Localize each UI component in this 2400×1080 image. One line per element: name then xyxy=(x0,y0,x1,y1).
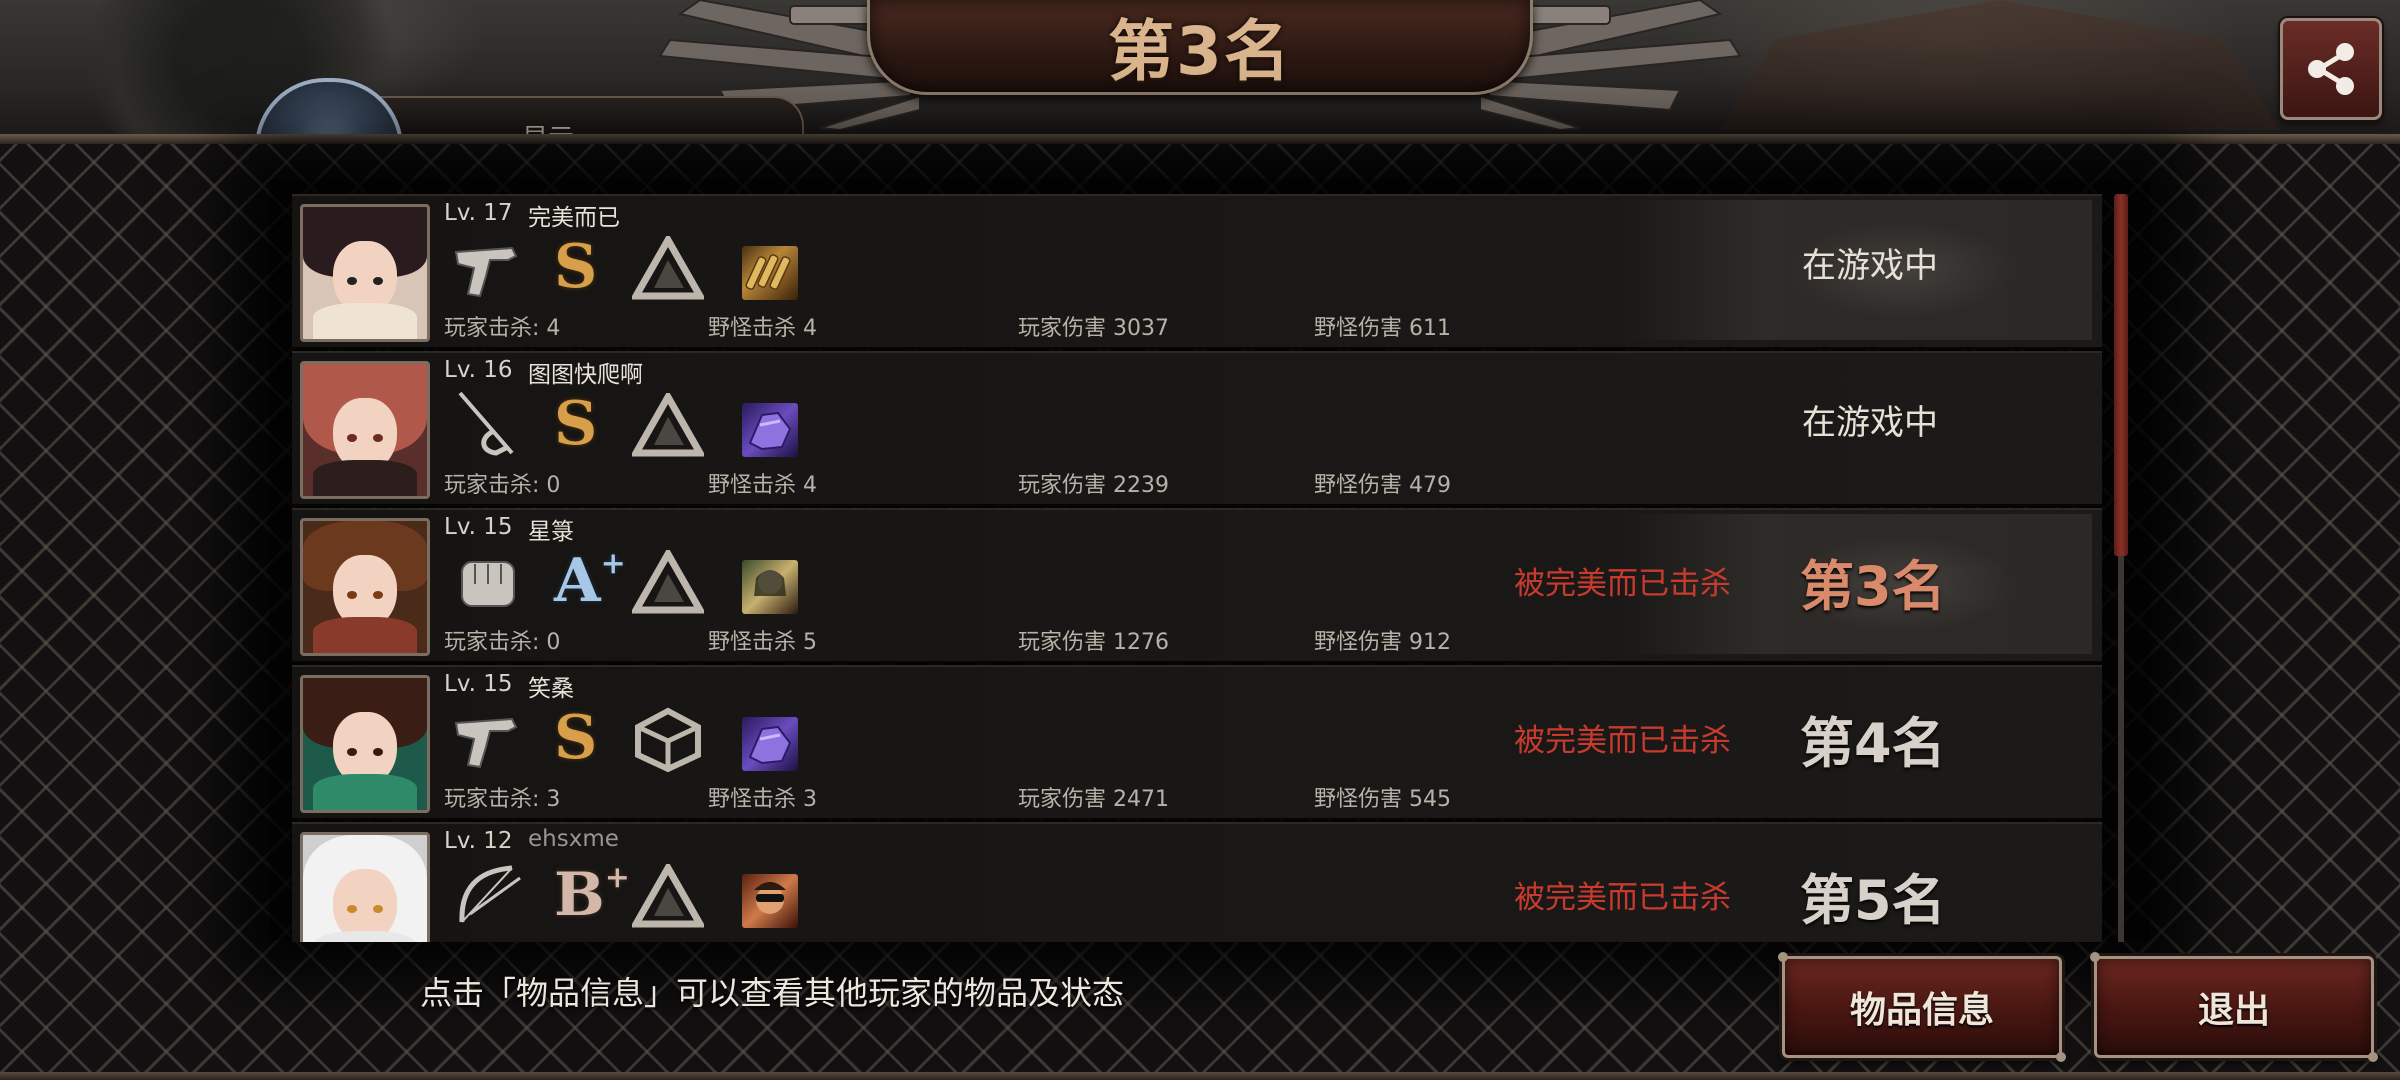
rank-grade: S xyxy=(554,703,598,773)
monster-damage: 野怪伤害 611 xyxy=(1314,316,1451,341)
player-kills: 玩家击杀: 0 xyxy=(444,630,561,655)
player-damage: 玩家伤害 3037 xyxy=(1018,316,1169,341)
player-kills: 玩家击杀: 0 xyxy=(444,473,561,498)
fist-icon xyxy=(461,561,515,607)
monster-damage: 野怪伤害 912 xyxy=(1314,630,1451,655)
rank-grade: A+ xyxy=(554,546,626,616)
player-avatar[interactable] xyxy=(300,518,430,656)
player-name: 完美而已 xyxy=(528,205,620,231)
player-status: 在游戏中 xyxy=(1802,403,1938,443)
monster-kills: 野怪击杀 4 xyxy=(708,316,817,341)
player-list[interactable]: Lv. 17 完美而已 S 玩家击杀: 4 野怪击杀 4 玩家伤害 3037 野… xyxy=(292,194,2104,942)
player-row[interactable]: Lv. 15 笑桑 S 玩家击杀: 3 野怪击杀 3 玩家伤害 2471 野怪伤… xyxy=(292,665,2102,820)
exit-button-label: 退出 xyxy=(2197,990,2270,1031)
player-row[interactable]: Lv. 16 图图快爬啊 S 玩家击杀: 0 野怪击杀 4 玩家伤害 2239 … xyxy=(292,351,2102,506)
character-item-icon[interactable] xyxy=(742,560,798,614)
player-damage: 玩家伤害 2239 xyxy=(1018,473,1169,498)
player-kills: 玩家击杀: 4 xyxy=(444,316,561,341)
player-name: 图图快爬啊 xyxy=(528,362,643,388)
item-info-button[interactable]: 物品信息 xyxy=(1778,952,2066,1062)
triangle-tier-icon xyxy=(632,550,704,614)
hint-text: 点击「物品信息」可以查看其他玩家的物品及状态 xyxy=(420,974,1125,1012)
triangle-tier-icon xyxy=(632,393,704,457)
purple-armor-item-icon[interactable] xyxy=(742,403,798,457)
placement-text: 第4名 xyxy=(1800,712,1946,775)
share-icon xyxy=(2308,43,2354,95)
player-row[interactable]: Lv. 12 ehsxme B+ 被完美而已击杀 第5名 xyxy=(292,822,2102,942)
rank-grade: S xyxy=(554,389,598,459)
item-info-button-label: 物品信息 xyxy=(1849,990,1994,1031)
player-avatar[interactable] xyxy=(300,675,430,813)
monster-kills: 野怪击杀 3 xyxy=(708,787,817,812)
bottom-rail xyxy=(0,1072,2400,1080)
player-row[interactable]: Lv. 15 星箓 A+ 玩家击杀: 0 野怪击杀 5 玩家伤害 1276 野怪… xyxy=(292,508,2102,663)
player-damage: 玩家伤害 1276 xyxy=(1018,630,1169,655)
title-plaque: 第3名 xyxy=(867,0,1533,95)
monster-kills: 野怪击杀 5 xyxy=(708,630,817,655)
player-name: 笑桑 xyxy=(528,676,574,702)
share-button[interactable] xyxy=(2280,18,2382,120)
placement-text: 第3名 xyxy=(1800,555,1946,618)
pistol-icon xyxy=(454,246,518,298)
triangle-tier-icon xyxy=(632,236,704,300)
monster-kills: 野怪击杀 4 xyxy=(708,473,817,498)
sunglasses-character-item-icon[interactable] xyxy=(742,874,798,928)
scrollbar-thumb[interactable] xyxy=(2114,194,2128,556)
player-avatar[interactable] xyxy=(300,832,430,942)
player-damage: 玩家伤害 2471 xyxy=(1018,787,1169,812)
player-avatar[interactable] xyxy=(300,204,430,342)
player-name: ehsxme xyxy=(528,826,619,852)
player-level: Lv. 12 xyxy=(444,828,513,854)
player-name: 星箓 xyxy=(528,519,574,545)
player-avatar[interactable] xyxy=(300,361,430,499)
monster-damage: 野怪伤害 545 xyxy=(1314,787,1451,812)
player-level: Lv. 17 xyxy=(444,200,513,226)
killed-by-text: 被完美而已击杀 xyxy=(1514,566,1731,602)
purple-armor-item-icon[interactable] xyxy=(742,717,798,771)
player-level: Lv. 16 xyxy=(444,357,513,383)
house-silhouette xyxy=(1720,0,2280,130)
cube-tier-icon xyxy=(635,707,701,773)
player-kills: 玩家击杀: 3 xyxy=(444,787,561,812)
pistol-icon xyxy=(454,717,518,769)
player-level: Lv. 15 xyxy=(444,514,513,540)
player-level: Lv. 15 xyxy=(444,671,513,697)
exit-button[interactable]: 退出 xyxy=(2090,952,2378,1062)
rank-grade: S xyxy=(554,232,598,302)
killed-by-text: 被完美而已击杀 xyxy=(1514,880,1731,916)
triangle-tier-icon xyxy=(632,864,704,928)
monster-damage: 野怪伤害 479 xyxy=(1314,473,1451,498)
rank-grade: B+ xyxy=(554,860,630,930)
killed-by-text: 被完美而已击杀 xyxy=(1514,723,1731,759)
player-row[interactable]: Lv. 17 完美而已 S 玩家击杀: 4 野怪击杀 4 玩家伤害 3037 野… xyxy=(292,194,2102,349)
placement-text: 第5名 xyxy=(1800,869,1946,932)
player-status: 在游戏中 xyxy=(1802,246,1938,286)
bullets-item-icon[interactable] xyxy=(742,246,798,300)
page-title: 第3名 xyxy=(1108,13,1292,90)
rapier-icon xyxy=(458,391,514,456)
bow-icon xyxy=(459,865,521,923)
top-rail xyxy=(0,134,2400,144)
